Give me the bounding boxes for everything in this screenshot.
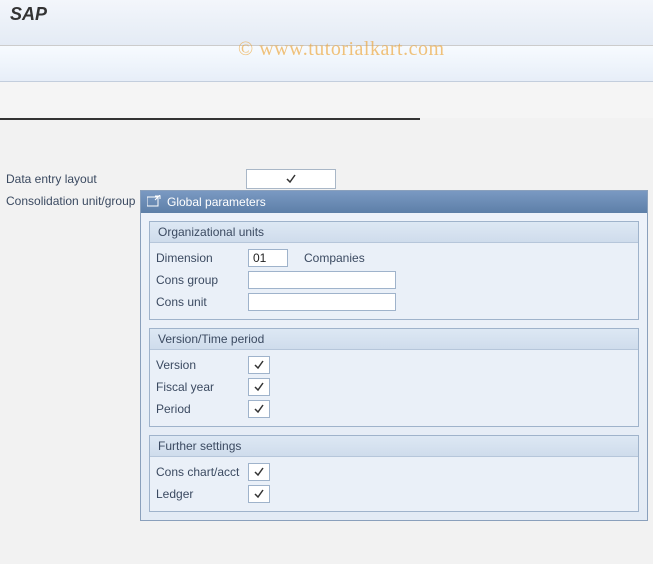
cons-group-label: Cons group [156, 273, 248, 287]
cons-chart-field[interactable] [248, 463, 270, 481]
ledger-field[interactable] [248, 485, 270, 503]
cons-group-field[interactable] [248, 271, 396, 289]
dialog-icon [147, 195, 167, 210]
cons-unit-field[interactable] [248, 293, 396, 311]
version-label: Version [156, 358, 248, 372]
group-title: Version/Time period [150, 329, 638, 350]
divider [0, 118, 420, 120]
data-entry-layout-label: Data entry layout [6, 172, 246, 186]
dimension-field[interactable] [248, 249, 288, 267]
fiscal-year-label: Fiscal year [156, 380, 248, 394]
cons-unit-label: Cons unit [156, 295, 248, 309]
period-label: Period [156, 402, 248, 416]
check-icon [253, 488, 265, 500]
title-bar: SAP [0, 0, 653, 46]
dialog-header: Global parameters [141, 191, 647, 213]
ledger-label: Ledger [156, 487, 248, 501]
period-field[interactable] [248, 400, 270, 418]
check-icon [253, 381, 265, 393]
group-title: Organizational units [150, 222, 638, 243]
data-entry-layout-field[interactable] [246, 169, 336, 189]
dialog-title: Global parameters [167, 195, 266, 209]
toolbar [0, 46, 653, 82]
organizational-units-group: Organizational units Dimension Companies… [149, 221, 639, 320]
global-parameters-dialog: Global parameters Organizational units D… [140, 190, 648, 521]
cons-chart-label: Cons chart/acct [156, 465, 248, 479]
check-icon [253, 359, 265, 371]
check-icon [253, 403, 265, 415]
fiscal-year-field[interactable] [248, 378, 270, 396]
dimension-desc: Companies [304, 251, 365, 265]
version-time-group: Version/Time period Version Fiscal year … [149, 328, 639, 427]
check-icon [285, 173, 297, 185]
check-icon [253, 466, 265, 478]
further-settings-group: Further settings Cons chart/acct Ledger [149, 435, 639, 512]
dimension-label: Dimension [156, 251, 248, 265]
version-field[interactable] [248, 356, 270, 374]
group-title: Further settings [150, 436, 638, 457]
app-title: SAP [10, 4, 47, 25]
